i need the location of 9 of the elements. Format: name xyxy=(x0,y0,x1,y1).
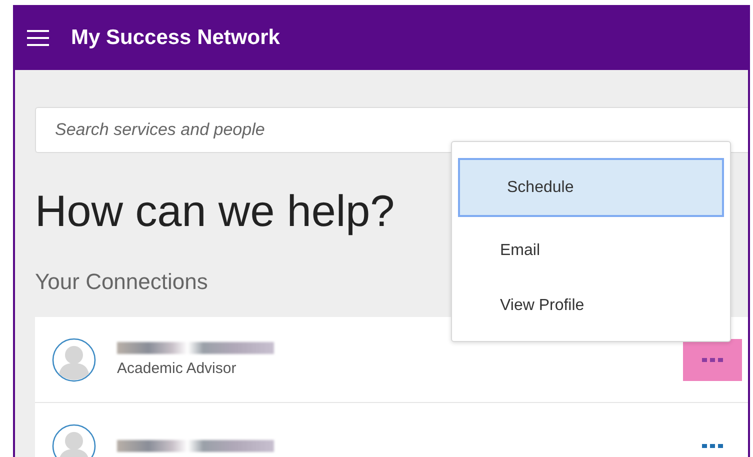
section-title: Your Connections xyxy=(35,268,208,296)
app-title: My Success Network xyxy=(71,26,280,50)
page-heading: How can we help? xyxy=(35,186,395,238)
search-field[interactable]: Search services and people xyxy=(35,107,748,153)
more-options-button[interactable] xyxy=(683,338,742,381)
menu-item[interactable]: Schedule xyxy=(458,158,724,217)
avatar-icon xyxy=(52,338,96,382)
menu-icon[interactable] xyxy=(27,30,49,46)
connection-role: Academic Advisor xyxy=(117,360,238,378)
